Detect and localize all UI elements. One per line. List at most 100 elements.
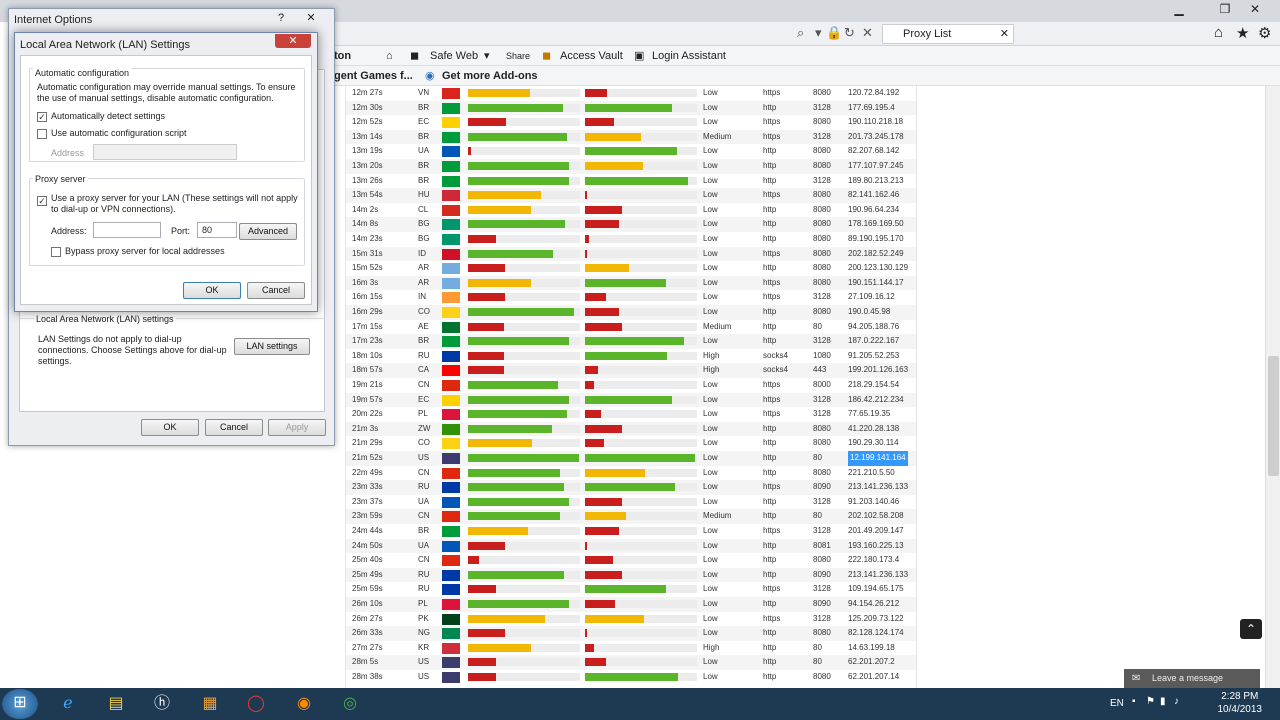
search-icon[interactable]: ⌕ <box>797 25 804 41</box>
help-icon[interactable]: ? <box>269 10 293 26</box>
cell-ip[interactable]: 120.72.84.192 <box>848 86 899 101</box>
cell-ip[interactable]: 91.205.52.253 <box>848 349 899 364</box>
safe-web-button[interactable]: Safe Web <box>430 46 478 66</box>
fav-games-link[interactable]: gent Games f... <box>334 66 413 86</box>
cell-ip[interactable]: 94.154.26.212 <box>848 597 899 612</box>
chrome-icon[interactable]: ◎ <box>330 690 370 718</box>
cell-ip[interactable]: 27.109.16.12 <box>848 290 895 305</box>
auto-detect-checkbox[interactable]: ✓ <box>37 112 47 122</box>
page-scrollbar[interactable] <box>1265 86 1280 688</box>
script-address-input[interactable] <box>93 144 237 160</box>
scrollbar-thumb[interactable] <box>1268 356 1279 476</box>
cell-ip[interactable]: 91.203.140.46 <box>848 495 899 510</box>
cell-ip[interactable]: 199.201.126.163 <box>848 363 908 378</box>
cell-ip[interactable]: 200.123.130.129 <box>848 261 908 276</box>
apply-button[interactable]: Apply <box>268 419 326 436</box>
cell-ip[interactable]: 41.220.28.138 <box>848 422 899 437</box>
cell-ip[interactable]: 94.205.188.76 <box>848 320 899 335</box>
stop-icon[interactable]: ✕ <box>862 25 873 41</box>
tab-close-icon[interactable]: ✕ <box>1000 25 1009 43</box>
cancel-button[interactable]: Cancel <box>205 419 263 436</box>
cell-ip[interactable]: 82.128.124.174 <box>848 626 904 641</box>
lock-icon[interactable]: 🔒 <box>826 25 842 41</box>
home-icon[interactable]: ⌂ <box>1214 24 1223 41</box>
language-indicator[interactable]: EN <box>1110 698 1124 709</box>
gear-icon[interactable]: ⚙ <box>1258 24 1271 42</box>
cell-ip[interactable]: 190.151.144.17 <box>848 276 904 291</box>
scroll-to-top-button[interactable]: ⌃ <box>1240 619 1262 639</box>
ok-button[interactable]: OK <box>183 282 241 299</box>
safe-web-icon[interactable]: ◼ <box>410 46 419 66</box>
cell-ip[interactable]: 109.194.65.175 <box>848 582 904 597</box>
clock[interactable]: 2:28 PM 10/4/2013 <box>1218 690 1263 716</box>
ok-button[interactable]: OK <box>141 419 199 436</box>
cell-ip[interactable]: 218.29.154.54 <box>848 378 899 393</box>
office-icon[interactable]: ▦ <box>190 690 230 718</box>
port-input[interactable]: 80 <box>197 222 237 238</box>
cell-ip[interactable]: 190.0.45.98 <box>848 305 890 320</box>
auto-script-checkbox[interactable] <box>37 129 47 139</box>
tray-app-icon[interactable]: ▪ <box>1132 696 1136 707</box>
refresh-icon[interactable]: ↻ <box>844 25 855 41</box>
cancel-button[interactable]: Cancel <box>247 282 305 299</box>
cell-ip[interactable]: 177.69.195.4 <box>848 101 895 116</box>
cell-ip[interactable]: 213.141.236.133 <box>848 568 908 583</box>
tab-proxy-list[interactable]: Proxy List ✕ <box>882 24 1014 44</box>
cell-ip[interactable]: 189.80.213.213 <box>848 174 904 189</box>
cell-ip[interactable]: 82.207.68.142 <box>848 144 899 159</box>
close-icon[interactable]: ✕ <box>1242 0 1268 18</box>
bypass-local-checkbox[interactable] <box>51 247 61 257</box>
flag-icon[interactable]: ⚑ <box>1146 696 1155 707</box>
file-explorer-icon[interactable]: ▤ <box>96 690 136 718</box>
volume-icon[interactable]: ♪ <box>1174 696 1179 707</box>
favorites-star-icon[interactable]: ★ <box>1236 24 1249 42</box>
cell-ip[interactable]: 190.96.64.234 <box>848 203 899 218</box>
cell-ip[interactable]: 201.49.209.147 <box>848 524 904 539</box>
close-icon[interactable]: ✕ <box>275 34 311 48</box>
cell-ip[interactable]: 82.141.162.46 <box>848 188 899 203</box>
cell-ip[interactable]: 186.42.212.234 <box>848 393 904 408</box>
use-proxy-checkbox[interactable]: ✓ <box>37 196 47 206</box>
cell-ip[interactable]: 12.199.141.164 <box>848 451 908 466</box>
close-icon[interactable]: ✕ <box>299 10 323 26</box>
hp-icon[interactable]: ⓗ <box>142 690 182 718</box>
chevron-down-icon[interactable]: ▾ <box>815 25 822 41</box>
cell-ip[interactable]: 213.141.236.133 <box>848 480 908 495</box>
network-icon[interactable]: ▮ <box>1160 696 1166 707</box>
start-button[interactable]: ⊞ <box>2 689 38 719</box>
cell-ip[interactable]: 201.73.245.178 <box>848 130 904 145</box>
cell-ip[interactable]: 77.65.19.35 <box>848 407 890 422</box>
get-addons-button[interactable]: Get more Add-ons <box>442 66 538 86</box>
cell-ip[interactable]: 125.209.73.122 <box>848 612 904 627</box>
cell-ip[interactable]: 222.180.173.4 <box>848 553 899 568</box>
cell-ip[interactable]: 193.160.225.13 <box>848 539 904 554</box>
home-icon[interactable]: ⌂ <box>386 46 393 66</box>
opera-icon[interactable]: ◯ <box>236 690 276 718</box>
share-button[interactable]: Share <box>506 46 530 66</box>
lan-settings-button[interactable]: LAN settings <box>234 338 310 355</box>
leave-message-widget[interactable]: ✉ Leave a message <box>1124 669 1260 688</box>
cell-ip[interactable]: 89.190.195.170 <box>848 232 904 247</box>
cell-ip[interactable]: 190.29.30.114 <box>848 436 899 451</box>
cell-ip[interactable]: 221.210.5.50 <box>848 466 895 481</box>
share-icon[interactable]: ▾ <box>484 46 490 66</box>
cell-ip[interactable]: 62.201.207.2 <box>848 655 895 670</box>
login-icon[interactable]: ▣ <box>634 46 644 66</box>
cell-ip[interactable]: 190.110.218.18 <box>848 115 903 130</box>
cell-ip[interactable]: 202.102.58.208 <box>848 509 904 524</box>
advanced-button[interactable]: Advanced <box>239 223 297 240</box>
internet-explorer-icon[interactable]: ℯ <box>48 690 88 718</box>
firefox-icon[interactable]: ◉ <box>284 690 324 718</box>
cell-ip[interactable]: 202.182.52.249 <box>848 247 904 262</box>
minimize-icon[interactable]: ▁ <box>1166 0 1192 18</box>
cell-ip[interactable]: 178.169.169.50 <box>848 217 904 232</box>
cell-ip[interactable]: 14.63.199.18 <box>848 641 895 656</box>
vault-icon[interactable]: ◼ <box>542 46 551 66</box>
cell-ip[interactable]: 177.107.97.245 <box>848 159 904 174</box>
restore-icon[interactable]: ❐ <box>1212 0 1238 18</box>
cell-ip[interactable]: 62.201.207.14 <box>848 670 899 685</box>
proxy-address-input[interactable] <box>93 222 161 238</box>
access-vault-button[interactable]: Access Vault <box>560 46 623 66</box>
login-assistant-button[interactable]: Login Assistant <box>652 46 726 66</box>
cell-ip[interactable]: 187.0.222.167 <box>848 334 899 349</box>
